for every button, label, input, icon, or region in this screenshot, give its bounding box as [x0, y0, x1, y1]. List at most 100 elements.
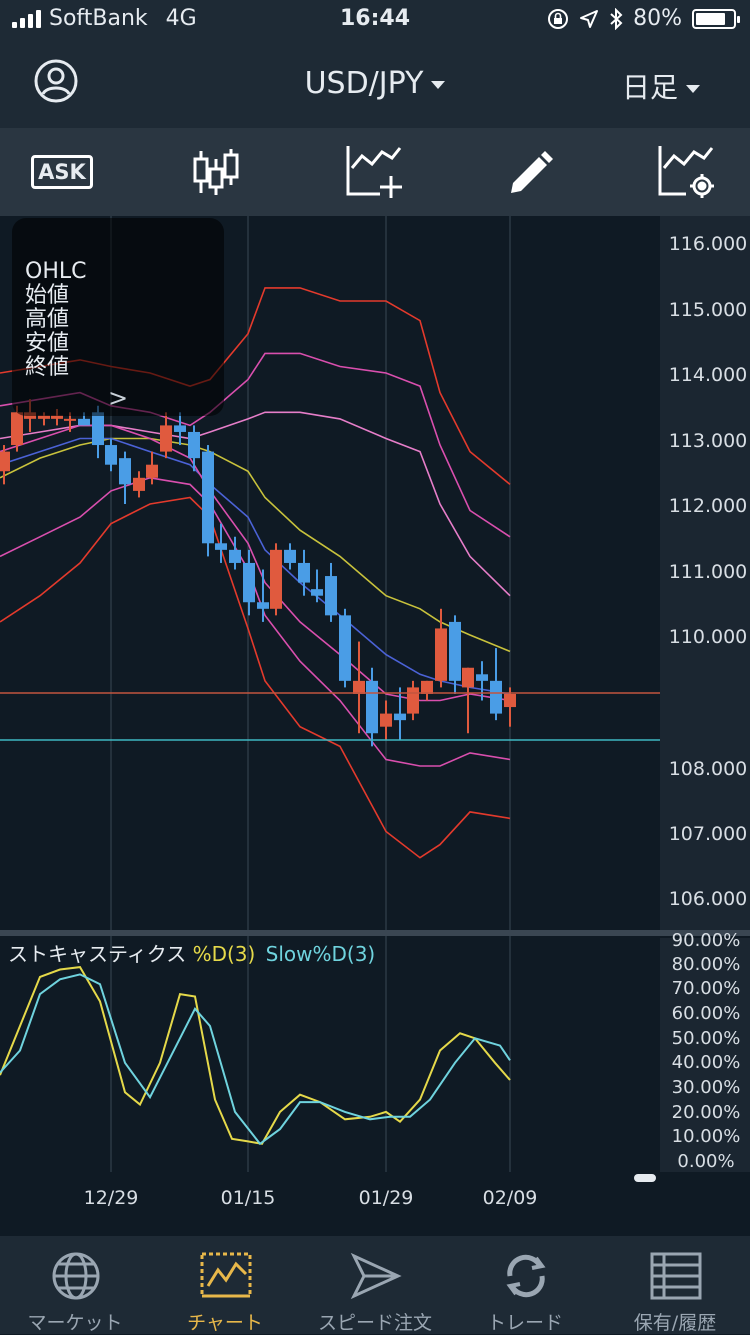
- stoch-tick-label: 0.00%: [677, 1151, 734, 1172]
- stoch-tick-label: 20.00%: [672, 1102, 741, 1123]
- tab-market[interactable]: マーケット: [0, 1236, 150, 1334]
- chart-toolbar: ASK: [0, 128, 750, 216]
- candle-body: [202, 451, 214, 544]
- add-indicator-button[interactable]: [344, 142, 404, 202]
- panel-divider: [0, 930, 750, 936]
- stoch-tick-label: 60.00%: [672, 1003, 741, 1024]
- date-tick-label: 02/09: [483, 1187, 538, 1209]
- tab-label: マーケット: [27, 1312, 123, 1334]
- date-tick-label: 01/29: [359, 1187, 414, 1209]
- tab-label: チャート: [187, 1312, 263, 1334]
- candlestick-icon: [193, 149, 239, 195]
- stochastic-legend: ストキャスティクス %D(3) Slow%D(3): [8, 938, 375, 967]
- tab-history[interactable]: 保有/履歴: [600, 1236, 750, 1334]
- date-tick-label: 01/15: [221, 1187, 276, 1209]
- ohlc-panel[interactable]: OHLC 始値 高値 安値 終値 >: [12, 218, 224, 416]
- candle-body: [133, 477, 145, 491]
- candle-body: [325, 576, 337, 616]
- draw-tool-button[interactable]: [500, 142, 560, 202]
- price-tick-label: 116.000: [669, 233, 748, 255]
- tab-label: スピード注文: [317, 1312, 432, 1334]
- candle-body: [51, 415, 63, 419]
- price-tick-label: 106.000: [669, 888, 748, 910]
- candle: [339, 608, 351, 688]
- currency-pair-label: USD/JPY: [304, 66, 424, 101]
- candle-body: [0, 451, 10, 472]
- candle-body: [229, 549, 241, 563]
- candle-body: [311, 589, 323, 596]
- location-icon: [580, 9, 599, 28]
- candle-body: [160, 425, 172, 452]
- stochastic-d-label: %D(3): [192, 942, 256, 966]
- tab-chart[interactable]: チャート: [150, 1236, 300, 1334]
- rotation-lock-icon: [548, 8, 569, 29]
- candle: [270, 543, 282, 616]
- high-label: 高値: [25, 307, 70, 332]
- candle-body: [476, 674, 488, 681]
- chart-icon: [200, 1252, 252, 1298]
- timeframe-label: 日足: [621, 71, 678, 104]
- candle-body: [298, 562, 310, 583]
- trade-icon: [506, 1254, 546, 1298]
- timeframe-selector[interactable]: 日足: [622, 66, 700, 106]
- ohlc-label: OHLC: [25, 259, 87, 284]
- candle-body: [64, 418, 76, 421]
- candle-body: [270, 549, 282, 609]
- stoch-tick-label: 30.00%: [672, 1077, 741, 1098]
- stoch-tick-label: 40.00%: [672, 1052, 741, 1073]
- candle-body: [421, 680, 433, 694]
- stoch-tick-label: 90.00%: [672, 930, 741, 951]
- price-tick-label: 107.000: [669, 823, 748, 845]
- tab-label: トレード: [486, 1312, 563, 1334]
- candle: [202, 445, 214, 557]
- ask-button[interactable]: ASK: [31, 142, 93, 202]
- ask-label: ASK: [31, 155, 93, 189]
- status-right: 80%: [547, 6, 740, 31]
- speed-order-icon: [350, 1252, 402, 1300]
- price-tick-label: 111.000: [669, 561, 748, 583]
- candle-body: [188, 431, 200, 459]
- candle-body: [394, 713, 406, 721]
- pencil-icon: [511, 151, 553, 193]
- price-tick-label: 115.000: [669, 299, 748, 321]
- candle-body: [504, 693, 516, 708]
- candle-body: [339, 615, 351, 681]
- candle-body: [92, 412, 104, 446]
- chevron-down-icon: [686, 85, 700, 93]
- indicator-settings-button[interactable]: [656, 142, 716, 202]
- candle-body: [366, 680, 378, 734]
- price-tick-label: 114.000: [669, 364, 748, 386]
- date-tick-label: 12/29: [84, 1187, 139, 1209]
- candle-body: [257, 602, 269, 609]
- candle-body: [435, 628, 447, 681]
- history-icon: [650, 1252, 702, 1300]
- bluetooth-icon: [610, 7, 623, 30]
- price-tick-label: 112.000: [669, 495, 748, 517]
- open-label: 始値: [25, 283, 70, 308]
- low-label: 安値: [25, 331, 70, 356]
- candle-body: [243, 562, 255, 603]
- candle-body: [353, 680, 365, 694]
- battery-icon: [692, 8, 740, 29]
- candle-body: [449, 621, 461, 681]
- status-bar: SoftBank 4G 16:44 80%: [0, 0, 750, 40]
- candle-body: [215, 543, 227, 550]
- chevron-down-icon: [431, 80, 446, 89]
- candle-body: [105, 445, 117, 465]
- app-header: USD/JPY 日足: [0, 40, 750, 128]
- tab-speed-order[interactable]: スピード注文: [300, 1236, 450, 1334]
- stochastic-slow-label: Slow%D(3): [265, 942, 376, 966]
- close-label: 終値: [25, 355, 70, 380]
- stochastic-title: ストキャスティクス: [8, 942, 187, 966]
- candle-body: [146, 464, 158, 478]
- tab-trade[interactable]: トレード: [450, 1236, 600, 1334]
- stoch-tick-label: 10.00%: [672, 1126, 741, 1147]
- stoch-tick-label: 70.00%: [672, 978, 741, 999]
- candle-body: [284, 549, 296, 563]
- candle-body: [462, 667, 474, 688]
- candle-body: [78, 418, 90, 426]
- tab-bar: マーケット チャート スピード注文 トレード 保有/履歴: [0, 1236, 750, 1334]
- candle-body: [11, 412, 23, 446]
- chevron-right-icon[interactable]: >: [108, 384, 128, 412]
- candle-type-button[interactable]: [186, 142, 246, 202]
